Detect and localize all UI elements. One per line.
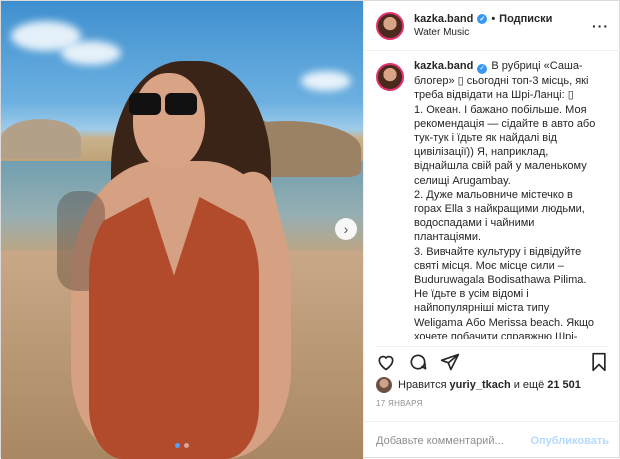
- heart-icon[interactable]: [376, 352, 396, 372]
- caption-line: 2. Дуже мальовниче містечко в: [414, 188, 573, 201]
- action-bar: [376, 346, 609, 372]
- caption-line: віднайшла свій рай у маленькому: [414, 160, 587, 173]
- caption-avatar[interactable]: [376, 63, 404, 91]
- post-date[interactable]: 17 ЯНВАРЯ: [376, 399, 423, 408]
- likes-mid: и ещё: [513, 379, 545, 391]
- caption-line: треба відвідати на Шрі-Ланці: ▯: [414, 89, 574, 102]
- caption-line: цивілізації)) Я, наприклад,: [414, 146, 549, 159]
- caption-line: блогер» ▯ сьогодні топ-3 місць, які: [414, 75, 589, 88]
- more-icon[interactable]: ···: [592, 18, 609, 34]
- post-photo[interactable]: ›: [1, 1, 363, 459]
- liker-link[interactable]: yuriy_tkach: [450, 379, 511, 391]
- header-row: kazka.band ✓ • Подписки: [414, 13, 592, 25]
- post-sidebar: kazka.band ✓ • Подписки Water Music ··· …: [363, 1, 620, 459]
- likes-prefix: Нравится: [398, 379, 447, 391]
- caption-line: водоспадами і чайними: [414, 217, 535, 230]
- liker-avatar[interactable]: [376, 377, 392, 393]
- publish-button[interactable]: Опубликовать: [530, 435, 609, 447]
- caption-line: 3. Вивчайте культуру і відвідуйте: [414, 245, 582, 258]
- chevron-right-icon[interactable]: ›: [335, 218, 357, 240]
- separator-dot: •: [491, 13, 496, 25]
- caption-line: плантаціями.: [414, 231, 482, 244]
- lens-left: [129, 93, 161, 115]
- rock: [1, 119, 81, 159]
- carousel-dot-active: [175, 443, 180, 448]
- likes-row: Нравится yuriy_tkach и ещё 21 501: [376, 377, 609, 393]
- caption-text: kazka.band ✓ В рубриці «Саша- блогер» ▯ сь…: [414, 59, 595, 339]
- caption-line: селищі Arugambay.: [414, 174, 511, 187]
- username-link[interactable]: kazka.band: [414, 13, 473, 25]
- bookmark-icon[interactable]: [589, 352, 609, 372]
- caption-line: найпопулярніші міста типу: [414, 302, 550, 315]
- carousel-dots: [1, 443, 363, 448]
- cloud: [301, 71, 351, 91]
- post-modal: › kazka.band ✓ • Подписки Water Music ··…: [0, 0, 620, 459]
- verified-icon: ✓: [477, 64, 488, 75]
- caption-line: рекомендація — сідайте в авто або: [414, 117, 596, 130]
- lens-right: [165, 93, 197, 115]
- likes-count[interactable]: 21 501: [547, 379, 581, 391]
- caption-line: святі місця. Моє місце сили –: [414, 259, 564, 272]
- header-info: kazka.band ✓ • Подписки Water Music: [414, 13, 592, 38]
- caption: kazka.band ✓ В рубриці «Саша- блогер» ▯ сь…: [376, 59, 616, 339]
- caption-username[interactable]: kazka.band: [414, 60, 473, 72]
- caption-line: хочете побачити справжню Шрі-: [414, 330, 578, 339]
- caption-line: Weligama Або Merissa beach. Якщо: [414, 316, 595, 329]
- share-icon[interactable]: [440, 352, 460, 372]
- caption-line: тук-тук і їдьте як найдалі від: [414, 131, 557, 144]
- sunglasses: [125, 93, 201, 117]
- verified-icon: ✓: [477, 14, 488, 24]
- caption-line: Buduruwagala Bodisathawa Pilima.: [414, 273, 587, 286]
- caption-line: горах Ella з найкращими людьми,: [414, 202, 585, 215]
- caption-line: 1. Океан. І бажано побільше. Моя: [414, 103, 587, 116]
- location-link[interactable]: Water Music: [414, 27, 592, 38]
- comment-input[interactable]: [376, 434, 531, 447]
- cloud: [61, 41, 121, 65]
- comment-icon[interactable]: [408, 352, 428, 372]
- avatar[interactable]: [376, 11, 404, 40]
- caption-line: В рубриці «Саша-: [491, 60, 583, 72]
- following-button[interactable]: Подписки: [499, 13, 552, 25]
- comment-bar: Опубликовать: [364, 421, 620, 459]
- face: [133, 73, 205, 169]
- post-header: kazka.band ✓ • Подписки Water Music ···: [364, 1, 620, 51]
- carousel-dot: [184, 443, 189, 448]
- caption-line: Не їдьте в усім відомі і: [414, 288, 529, 301]
